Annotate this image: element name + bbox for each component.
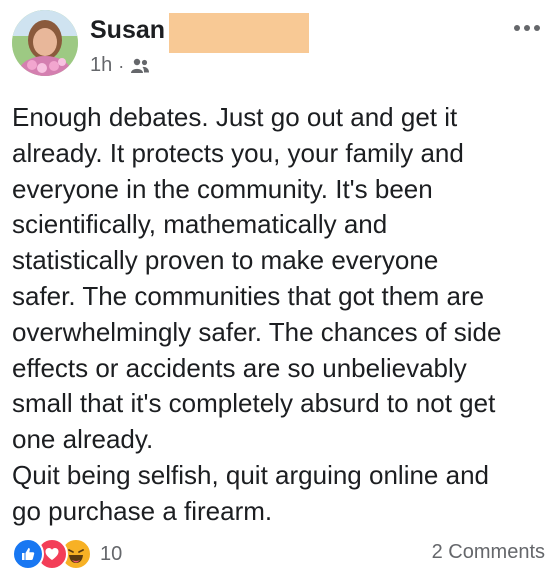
comments-count-link[interactable]: 2 Comments [432, 541, 545, 564]
friends-icon[interactable] [130, 57, 150, 75]
avatar-photo [12, 10, 78, 76]
author-avatar[interactable] [12, 10, 78, 76]
post-text: Enough debates. Just go out and get it a… [12, 102, 502, 526]
facebook-post: Susan 1h · Enough debates. Just go out a [0, 0, 557, 574]
like-icon [12, 538, 44, 570]
reaction-count: 10 [100, 542, 123, 565]
reactions-summary[interactable]: 10 [12, 538, 122, 570]
post-footer: 10 2 Comments [12, 538, 545, 572]
redaction-box [169, 13, 309, 53]
post-meta: 1h · [90, 54, 150, 77]
more-options-icon[interactable] [509, 16, 545, 40]
meta-separator: · [118, 55, 125, 76]
post-header: Susan 1h · [12, 10, 545, 80]
author-name[interactable]: Susan [90, 16, 165, 45]
post-time[interactable]: 1h [90, 54, 112, 77]
